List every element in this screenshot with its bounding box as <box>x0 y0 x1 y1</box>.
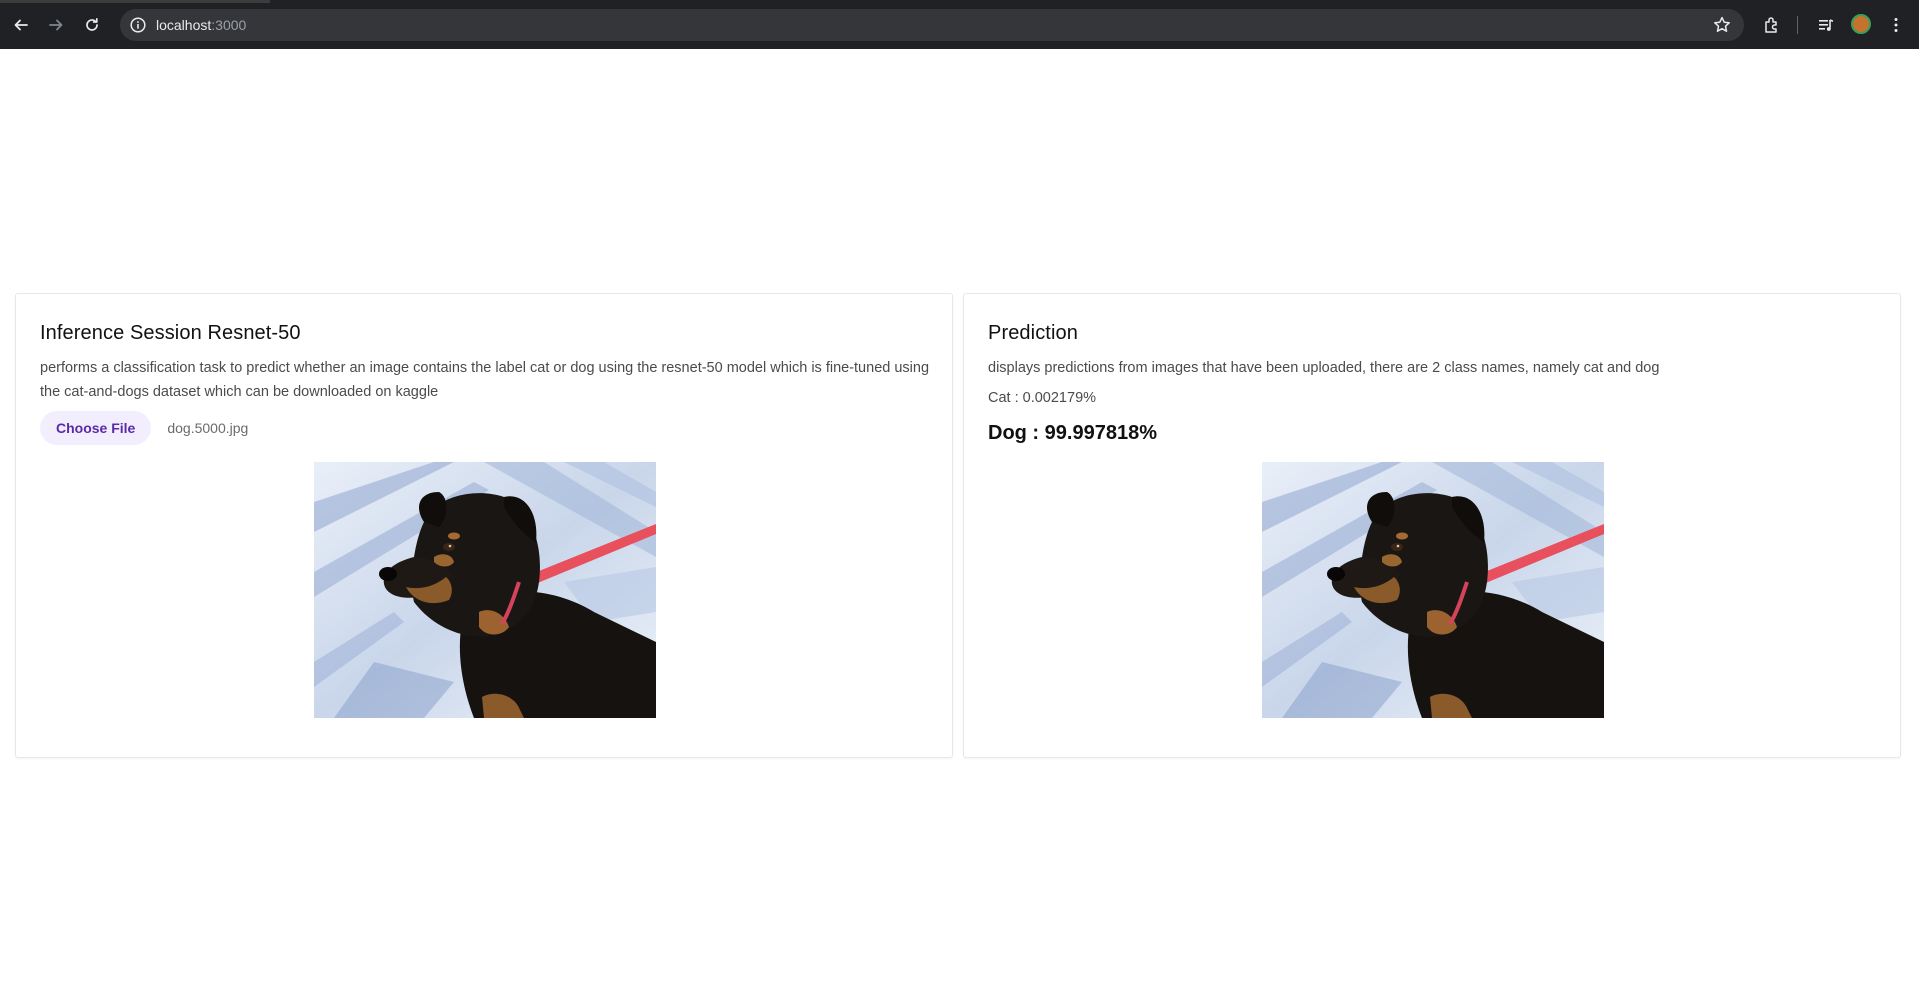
media-controls-button[interactable] <box>1814 13 1838 37</box>
address-bar[interactable]: localhost:3000 <box>120 9 1744 41</box>
prediction-card-description: displays predictions from images that ha… <box>988 360 1660 376</box>
prediction-card: Prediction displays predictions from ima… <box>963 293 1901 758</box>
uploaded-image-preview <box>314 462 656 718</box>
forward-arrow-icon <box>49 19 63 31</box>
back-arrow-icon <box>14 19 28 31</box>
extensions-icon <box>1765 17 1777 33</box>
choose-file-button[interactable]: Choose File <box>40 411 152 445</box>
selected-file-name: dog.5000.jpg <box>167 420 249 436</box>
reload-button[interactable] <box>79 12 105 38</box>
more-menu-icon <box>1894 18 1898 32</box>
prediction-card-title: Prediction <box>988 322 1078 344</box>
tab-strip-indicator <box>0 0 270 3</box>
reload-icon <box>86 17 98 31</box>
browser-toolbar: localhost:3000 <box>0 0 1919 49</box>
inference-card-description: performs a classification task to predic… <box>40 360 930 400</box>
file-input[interactable]: Choose File dog.5000.jpg <box>40 411 248 445</box>
back-button[interactable] <box>8 12 34 38</box>
url-text[interactable]: localhost:3000 <box>156 16 246 34</box>
site-info-icon[interactable] <box>129 16 147 34</box>
media-controls-icon <box>1819 19 1834 31</box>
dog-probability: Dog : 99.997818% <box>988 422 1157 444</box>
toolbar-divider <box>1797 16 1798 34</box>
more-menu-button[interactable] <box>1884 13 1908 37</box>
extensions-button[interactable] <box>1760 13 1784 37</box>
prediction-image <box>1262 462 1604 718</box>
url-port: :3000 <box>211 17 247 33</box>
cat-probability: Cat : 0.002179% <box>988 390 1097 406</box>
inference-card-title: Inference Session Resnet-50 <box>40 322 301 344</box>
bookmark-star-icon[interactable] <box>1712 15 1732 35</box>
profile-avatar-icon[interactable] <box>1851 14 1871 34</box>
inference-session-card: Inference Session Resnet-50 performs a c… <box>15 293 953 758</box>
forward-button[interactable] <box>43 12 69 38</box>
url-host: localhost <box>156 17 212 33</box>
